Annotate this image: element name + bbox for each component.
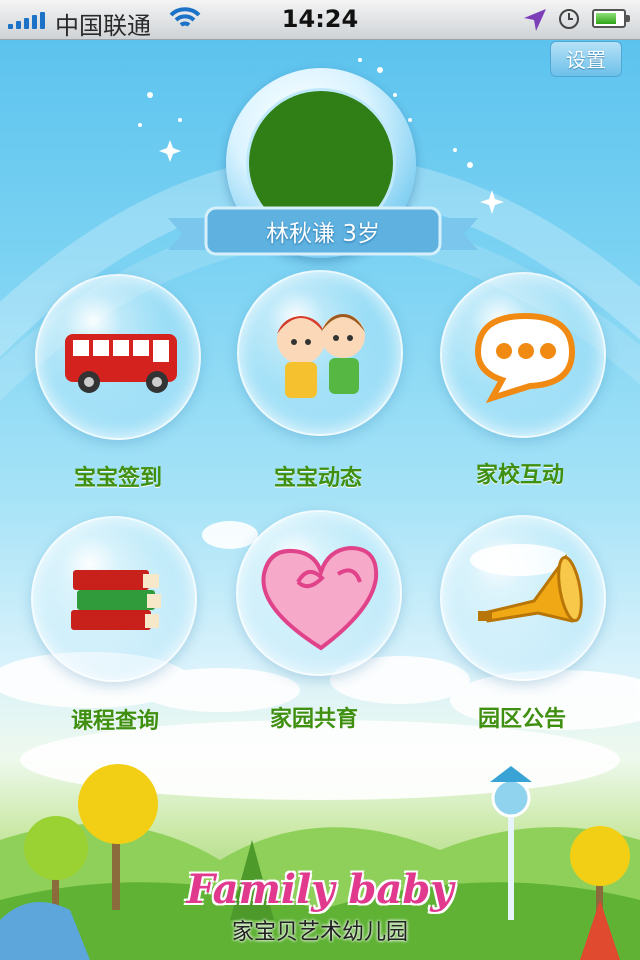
chat-bubble-icon (474, 312, 576, 404)
child-name-age: 林秋谦 3岁 (266, 221, 380, 247)
kids-icon (277, 314, 365, 398)
status-bar: 中国联通 14:24 (0, 0, 640, 40)
menu-label-courses: 课程查询 (70, 709, 159, 734)
bus-icon (65, 334, 177, 393)
menu-label-interaction: 家校互动 (475, 463, 564, 488)
menu-label-activity: 宝宝动态 (273, 466, 362, 491)
brand-logo: Family baby (186, 866, 454, 913)
menu-item-activity[interactable] (237, 270, 403, 436)
menu-item-courses[interactable] (31, 516, 197, 682)
school-name: 家宝贝艺术幼儿园 (231, 920, 408, 945)
battery-icon (592, 9, 630, 28)
menu-label-checkin: 宝宝签到 (73, 466, 162, 491)
heart-icon (261, 545, 379, 651)
menu-item-interaction[interactable] (440, 272, 606, 438)
trumpet-icon (478, 554, 583, 623)
books-icon (71, 570, 161, 630)
menu-label-parenting: 家园共育 (269, 707, 358, 732)
alarm-clock-icon (559, 9, 579, 29)
menu-item-checkin[interactable] (35, 274, 201, 440)
menu-item-announcements[interactable] (440, 515, 606, 681)
menu-item-parenting[interactable] (236, 510, 402, 676)
location-arrow-icon (524, 9, 546, 31)
menu-label-announcements: 园区公告 (477, 707, 566, 732)
settings-button[interactable]: 设置 (550, 41, 622, 77)
